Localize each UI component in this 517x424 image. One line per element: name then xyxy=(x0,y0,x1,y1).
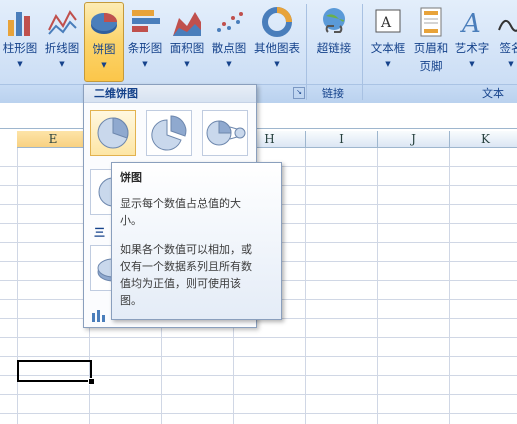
formula-bar-area[interactable] xyxy=(0,103,517,129)
column-header-I[interactable]: I xyxy=(306,131,378,148)
header-footer-icon xyxy=(420,7,442,37)
pie-option[interactable] xyxy=(90,110,136,156)
grid-line xyxy=(305,148,306,424)
grid-line xyxy=(0,413,517,414)
section-header-3d-pie: 三 xyxy=(94,226,105,239)
chevron-down-icon: ▼ xyxy=(142,60,148,68)
wordart-button[interactable]: A 艺术字 ▼ xyxy=(452,2,492,80)
chevron-down-icon: ▼ xyxy=(469,60,475,68)
area-chart-button[interactable]: 面积图 ▼ xyxy=(166,2,208,80)
svg-text:A: A xyxy=(380,15,392,31)
chevron-down-icon: ▼ xyxy=(184,60,190,68)
section-header-2d-pie: 二维饼图 xyxy=(84,85,256,103)
grid-line xyxy=(0,356,517,357)
other-charts-button[interactable]: 其他图表 ▼ xyxy=(250,2,304,80)
pie-of-pie-icon xyxy=(206,120,246,146)
active-cell[interactable] xyxy=(17,360,95,385)
pie-of-pie-option[interactable] xyxy=(202,110,248,156)
group-separator xyxy=(306,4,307,100)
column-chart-icon xyxy=(8,12,30,36)
pie-icon xyxy=(97,117,129,149)
text-box-button[interactable]: A 文本框 ▼ xyxy=(366,2,410,80)
area-chart-icon xyxy=(173,12,201,36)
wordart-icon: A xyxy=(460,9,481,38)
header-footer-button[interactable]: 页眉和 页脚 xyxy=(410,2,452,80)
hyperlink-button[interactable]: 超链接 xyxy=(312,2,356,80)
column-header-E[interactable]: E xyxy=(17,131,90,148)
grid-line xyxy=(17,148,18,424)
signature-button[interactable]: 签名 ▼ xyxy=(494,2,517,80)
all-chart-types-icon[interactable] xyxy=(90,307,108,323)
line-chart-icon xyxy=(48,10,77,35)
grid-line xyxy=(449,148,450,424)
line-chart-button[interactable]: 折线图 ▼ xyxy=(40,2,84,80)
bar-chart-icon xyxy=(132,10,160,32)
grid-line xyxy=(377,148,378,424)
text-box-icon: A xyxy=(375,9,401,33)
ribbon-group-label-bar xyxy=(0,84,517,104)
chevron-down-icon: ▼ xyxy=(59,60,65,68)
svg-text:A: A xyxy=(460,9,481,38)
chevron-down-icon: ▼ xyxy=(101,61,107,69)
pie-chart-button[interactable]: 饼图 ▼ xyxy=(84,2,124,82)
tooltip-title: 饼图 xyxy=(120,171,142,184)
other-charts-icon xyxy=(262,7,292,37)
bar-chart-button[interactable]: 条形图 ▼ xyxy=(124,2,166,80)
column-chart-button[interactable]: 柱形图 ▼ xyxy=(0,2,40,80)
chevron-down-icon: ▼ xyxy=(17,60,23,68)
column-header-J[interactable]: J xyxy=(378,131,450,148)
chevron-down-icon: ▼ xyxy=(385,60,391,68)
grid-line xyxy=(0,394,517,395)
exploded-pie-option[interactable] xyxy=(146,110,192,156)
chevron-down-icon: ▼ xyxy=(274,60,280,68)
chevron-down-icon: ▼ xyxy=(226,60,232,68)
signature-icon xyxy=(498,19,517,32)
scatter-chart-button[interactable]: 散点图 ▼ xyxy=(208,2,250,80)
group-label-text: 文本 xyxy=(482,87,504,100)
dialog-launcher-icon[interactable]: ↘ xyxy=(293,87,305,99)
ribbon: 柱形图 ▼ 折线图 ▼ 饼图 ▼ 条形图 ▼ 面积图 ▼ 散点图 ▼ 其他图表 … xyxy=(0,0,517,104)
chevron-down-icon: ▼ xyxy=(508,60,514,68)
group-separator xyxy=(362,4,363,100)
group-label-link: 链接 xyxy=(322,87,344,100)
tooltip-description: 显示每个数值占总值的大 小。 如果各个数值可以相加，或 仅有一个数据系列且所有数… xyxy=(120,197,252,307)
scatter-chart-icon xyxy=(217,12,243,32)
pie-chart-tooltip: 饼图 显示每个数值占总值的大 小。 如果各个数值可以相加，或 仅有一个数据系列且… xyxy=(111,162,282,320)
exploded-pie-icon xyxy=(151,115,187,151)
grid-line xyxy=(0,337,517,338)
pie-chart-icon xyxy=(91,13,117,34)
hyperlink-icon xyxy=(323,8,345,33)
column-header-K[interactable]: K xyxy=(450,131,517,148)
